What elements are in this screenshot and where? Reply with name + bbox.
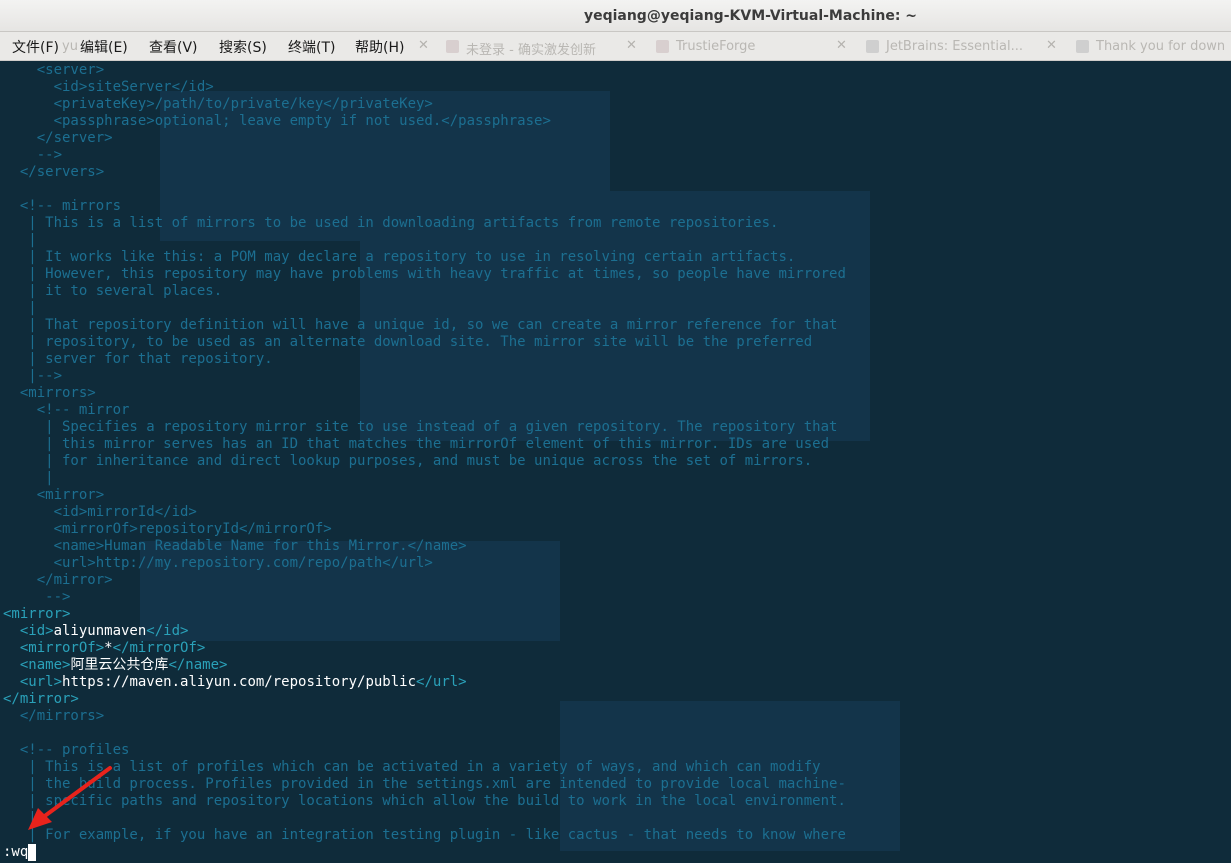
background-tab-close-icon: ✕ [1046, 38, 1057, 53]
code-line: | [3, 300, 37, 316]
code-line-open: <id> [19, 623, 54, 639]
code-line: </mirror> [3, 572, 113, 588]
code-line: | it to several places. [3, 283, 223, 299]
code-line-open: <url> [19, 674, 63, 690]
window-title: yeqiang@yeqiang-KVM-Virtual-Machine: ~ [583, 8, 918, 24]
background-tab-close-icon: ✕ [626, 38, 637, 53]
code-line: <server> [3, 62, 105, 78]
background-tab-favicon-icon [1076, 40, 1089, 53]
code-line-indent [3, 640, 20, 656]
code-line-edited: <name>阿里云公共仓库</name> [3, 657, 228, 674]
code-line-edited: </mirror> [3, 691, 79, 708]
code-line: <!-- profiles [3, 742, 130, 758]
background-tab-close-icon: ✕ [836, 38, 847, 53]
code-line: <passphrase>optional; leave empty if not… [3, 113, 551, 129]
code-line: <mirrorOf>repositoryId</mirrorOf> [3, 521, 332, 537]
menu-help[interactable]: 帮助(H) [355, 37, 404, 57]
menu-search[interactable]: 搜索(S) [219, 37, 267, 57]
code-line-open: <mirrorOf> [19, 640, 105, 656]
code-line: <mirror> [3, 487, 105, 503]
background-tab-label: JetBrains: Essential... [886, 39, 1023, 54]
arrow-shaft [40, 766, 112, 820]
code-line: | the build process. Profiles provided i… [3, 776, 846, 792]
code-line: <id>mirrorId</id> [3, 504, 197, 520]
code-line-close: </id> [146, 623, 189, 639]
code-line: | [3, 232, 37, 248]
code-line-text: 阿里云公共仓库 [70, 657, 169, 673]
code-line: | this mirror serves has an ID that matc… [3, 436, 830, 452]
background-tab-label: TrustieForge [676, 39, 756, 54]
code-line: --> [3, 589, 71, 605]
code-line: <mirrors> [3, 385, 96, 401]
command-line[interactable]: :wq [3, 844, 37, 861]
code-line: | This is a list of profiles which can b… [3, 759, 821, 775]
code-line: | specific paths and repository location… [3, 793, 846, 809]
background-tab-favicon-icon [656, 40, 669, 53]
title-bar[interactable]: yeqiang@yeqiang-KVM-Virtual-Machine: ~ [0, 0, 1231, 32]
background-tab-favicon-icon [446, 40, 459, 53]
code-line: | For example, if you have an integratio… [3, 827, 846, 843]
menu-view[interactable]: 查看(V) [149, 37, 198, 57]
code-line-edited: <id>aliyunmaven</id> [3, 623, 189, 640]
code-line-close: </url> [416, 674, 467, 690]
code-line: <id>siteServer</id> [3, 79, 214, 95]
code-line: <!-- mirror [3, 402, 130, 418]
code-line: <url>http://my.repository.com/repo/path<… [3, 555, 433, 571]
code-line-indent [3, 657, 20, 673]
code-line-text: https://maven.aliyun.com/repository/publ… [62, 674, 417, 690]
background-tab-label: Thank you for down [1096, 39, 1226, 54]
code-line: | repository, to be used as an alternate… [3, 334, 813, 350]
terminal-content[interactable]: <server> <id>siteServer</id> <privateKey… [0, 61, 1231, 863]
command-text: :wq [3, 844, 29, 860]
code-line: <!-- mirrors [3, 198, 122, 214]
menu-file[interactable]: 文件(F) [12, 37, 59, 57]
code-line: | However, this repository may have prob… [3, 266, 846, 282]
code-line-close: </name> [168, 657, 228, 673]
background-tab-fragment: yu [62, 39, 78, 54]
code-line-text: * [104, 640, 113, 656]
code-line: | [3, 470, 54, 486]
code-line-edited: <mirror> [3, 606, 70, 623]
code-line-open: <mirror> [3, 606, 71, 622]
code-line-indent [3, 623, 20, 639]
code-line: | server for that repository. [3, 351, 273, 367]
code-line: </server> [3, 130, 113, 146]
background-tab-label: 未登录 - 确实激发创新 [466, 43, 596, 58]
code-line: | It works like this: a POM may declare … [3, 249, 796, 265]
code-line-open: </mirror> [3, 691, 79, 707]
code-line-edited: <url>https://maven.aliyun.com/repository… [3, 674, 467, 691]
code-line: | That repository definition will have a… [3, 317, 838, 333]
code-line-edited: <mirrorOf>*</mirrorOf> [3, 640, 205, 657]
code-line: |--> [3, 368, 63, 384]
code-line: </servers> [3, 164, 105, 180]
code-line-text: aliyunmaven [53, 623, 147, 639]
code-line-indent [3, 674, 20, 690]
code-line: | This is a list of mirrors to be used i… [3, 215, 779, 231]
code-line-open: <name> [19, 657, 71, 673]
code-line: <privateKey>/path/to/private/key</privat… [3, 96, 433, 112]
menu-terminal[interactable]: 终端(T) [288, 37, 335, 57]
menu-bar: yu ✕ 未登录 - 确实激发创新 ✕ TrustieForge ✕ JetBr… [0, 32, 1231, 61]
red-arrow-annotation [28, 766, 112, 830]
code-line: </mirrors> [3, 708, 105, 724]
code-line: <name>Human Readable Name for this Mirro… [3, 538, 467, 554]
background-tab-favicon-icon [866, 40, 879, 53]
code-line: | Specifies a repository mirror site to … [3, 419, 838, 435]
code-line: --> [3, 147, 63, 163]
code-line-close: </mirrorOf> [112, 640, 206, 656]
menu-edit[interactable]: 编辑(E) [80, 37, 128, 57]
terminal-window: yeqiang@yeqiang-KVM-Virtual-Machine: ~ y… [0, 0, 1231, 863]
background-tab-close-icon: ✕ [418, 38, 429, 53]
code-line: | for inheritance and direct lookup purp… [3, 453, 813, 469]
text-cursor [28, 844, 37, 861]
